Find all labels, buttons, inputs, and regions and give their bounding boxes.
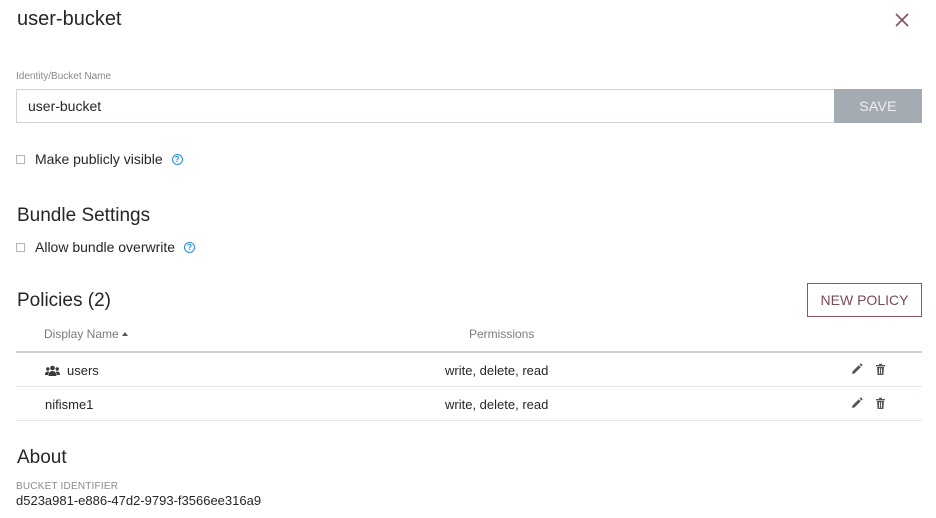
new-policy-button[interactable]: NEW POLICY: [807, 283, 922, 317]
close-icon[interactable]: [893, 11, 911, 29]
policy-name: users: [67, 363, 99, 378]
bundle-settings-heading: Bundle Settings: [17, 205, 151, 226]
edit-icon[interactable]: [850, 363, 863, 376]
policies-heading: Policies (2): [17, 290, 111, 311]
identity-field-label: Identity/Bucket Name: [16, 71, 112, 82]
bucket-identifier-label: BUCKET IDENTIFIER: [16, 481, 119, 492]
policy-permissions: write, delete, read: [445, 397, 549, 412]
public-visible-row: Make publicly visible ?: [16, 151, 183, 167]
policy-permissions: write, delete, read: [445, 363, 549, 378]
public-visible-checkbox[interactable]: [16, 154, 25, 164]
bucket-identifier-value: d523a981-e886-47d2-9793-f3566ee316a9: [16, 493, 262, 508]
edit-icon[interactable]: [850, 397, 863, 410]
sort-ascending-icon: [121, 332, 128, 336]
about-heading: About: [17, 447, 67, 468]
policy-name: nifisme1: [45, 397, 94, 412]
column-header-display-name[interactable]: Display Name: [44, 327, 128, 341]
save-button[interactable]: SAVE: [834, 89, 922, 123]
trash-icon[interactable]: [874, 363, 887, 376]
bundle-overwrite-checkbox[interactable]: [16, 242, 25, 252]
column-header-display-name-label: Display Name: [44, 327, 119, 341]
trash-icon[interactable]: [874, 397, 887, 410]
help-icon[interactable]: ?: [171, 153, 183, 165]
column-header-permissions[interactable]: Permissions: [469, 327, 534, 341]
policy-name-cell: nifisme1: [45, 397, 93, 412]
users-group-icon: [45, 365, 60, 376]
bundle-overwrite-row: Allow bundle overwrite ?: [16, 239, 196, 255]
table-row[interactable]: users write, delete, read: [16, 353, 922, 387]
bundle-overwrite-label: Allow bundle overwrite: [35, 239, 176, 255]
bucket-name-input[interactable]: [16, 89, 835, 123]
public-visible-label: Make publicly visible: [35, 151, 163, 167]
dialog-title: user-bucket: [17, 8, 122, 30]
help-icon[interactable]: ?: [184, 241, 196, 253]
table-row[interactable]: nifisme1 write, delete, read: [16, 387, 922, 421]
policy-name-cell: users: [45, 363, 99, 378]
